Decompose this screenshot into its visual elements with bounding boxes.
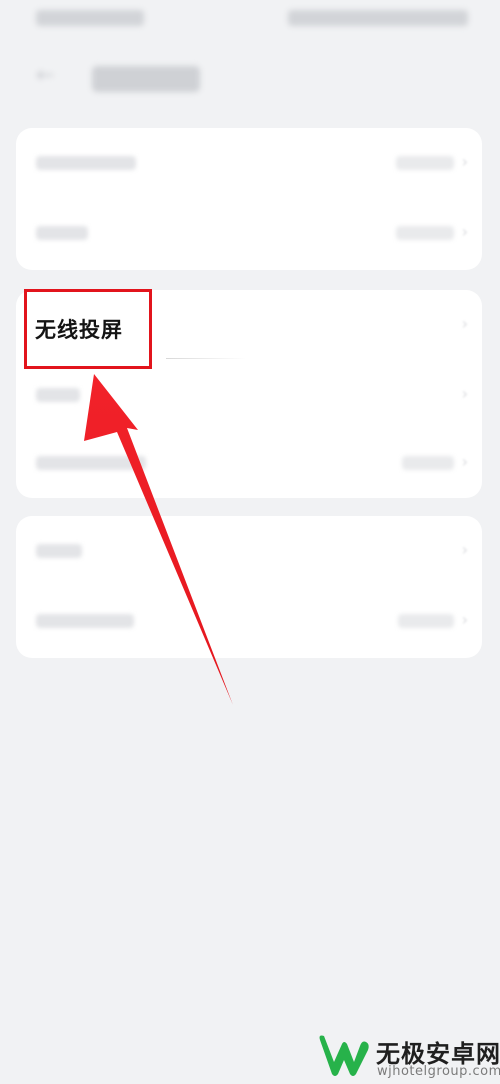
settings-row-blurred[interactable]: › (16, 516, 482, 586)
settings-card-1: › › (16, 128, 482, 270)
chevron-right-icon: › (461, 610, 468, 629)
settings-row-blurred[interactable]: › (16, 128, 482, 198)
back-arrow-icon[interactable]: ← (36, 65, 56, 87)
chevron-right-icon: › (461, 222, 468, 241)
status-bar (0, 0, 500, 40)
status-bar-icons-blurred (288, 10, 468, 26)
row-value-blurred (396, 156, 454, 170)
chevron-right-icon: › (461, 314, 468, 333)
settings-row-blurred[interactable]: › (16, 360, 482, 430)
watermark: 无极安卓网 wjhotelgroup.com (310, 1026, 500, 1084)
status-bar-time-blurred (36, 10, 144, 26)
row-value-blurred (396, 226, 454, 240)
settings-row-blurred[interactable]: › (16, 586, 482, 656)
row-divider (166, 358, 246, 359)
row-label-blurred (36, 156, 136, 170)
chevron-right-icon: › (461, 384, 468, 403)
row-value-blurred (398, 614, 454, 628)
page-header: ← (0, 54, 500, 104)
chevron-right-icon: › (461, 452, 468, 471)
chevron-right-icon: › (461, 152, 468, 171)
row-label-blurred (36, 614, 134, 628)
row-label-blurred (36, 456, 146, 470)
page-title-blurred (92, 66, 200, 92)
highlight-box (24, 289, 152, 369)
row-label-blurred (36, 388, 80, 402)
row-label-blurred (36, 544, 82, 558)
chevron-right-icon: › (461, 540, 468, 559)
brand-logo-icon (319, 1035, 369, 1076)
row-value-blurred (402, 456, 454, 470)
settings-card-3: › › (16, 516, 482, 658)
watermark-url-text: wjhotelgroup.com (377, 1064, 500, 1079)
settings-row-blurred[interactable]: › (16, 428, 482, 498)
row-label-blurred (36, 226, 88, 240)
settings-row-blurred[interactable]: › (16, 198, 482, 268)
